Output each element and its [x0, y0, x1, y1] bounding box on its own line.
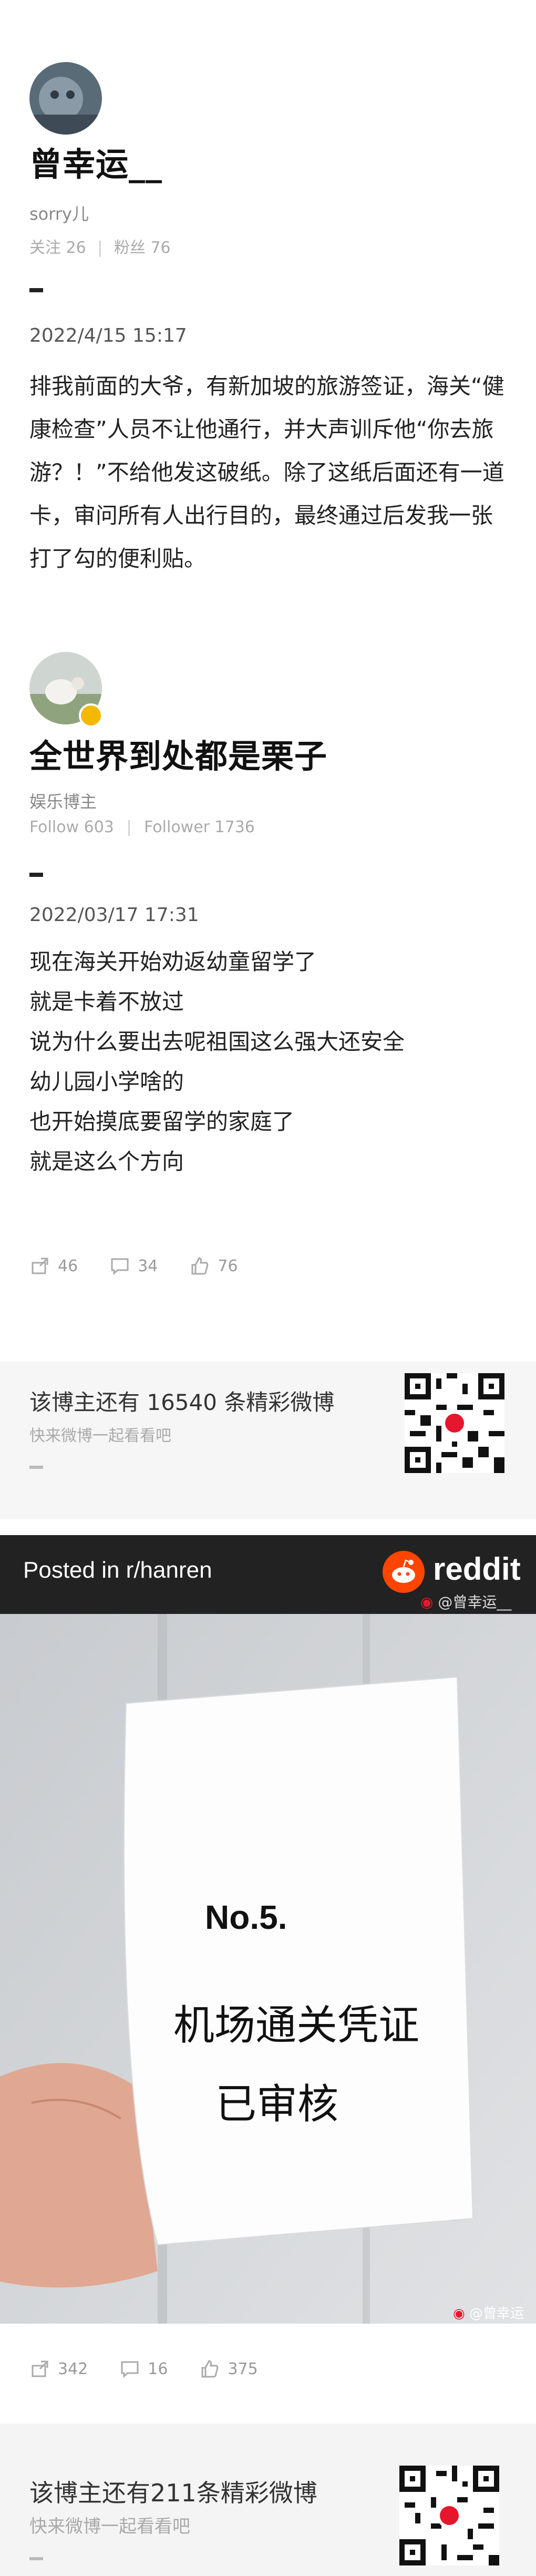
- reddit-screenshot: Posted in r/hanren reddit ◉ @曾幸运__ No.5.…: [0, 1535, 536, 2324]
- post-date: 2022/03/17 17:31: [29, 904, 199, 926]
- like-count: 76: [218, 1256, 238, 1275]
- section-divider: [29, 2557, 43, 2560]
- slip-number: No.5.: [205, 1898, 287, 1936]
- post-card-2: 全世界到处都是栗子 娱乐博主 Follow 603 | Follower 173…: [0, 610, 536, 1362]
- weibo-logo-icon: ◉: [420, 1593, 434, 1611]
- follow-stats: 关注 26 | 粉丝 76: [29, 234, 171, 258]
- follow-count[interactable]: 关注 26: [29, 239, 86, 257]
- username[interactable]: 全世界到处都是栗子: [29, 730, 327, 777]
- reddit-wordmark: reddit: [433, 1551, 521, 1587]
- repost-button[interactable]: 46: [29, 1255, 78, 1276]
- username[interactable]: 曾幸运__: [29, 138, 162, 185]
- section-divider: [29, 1466, 43, 1469]
- posted-in-label[interactable]: Posted in r/hanren: [23, 1557, 212, 1583]
- comment-button[interactable]: 16: [119, 2358, 168, 2379]
- qr-code-icon: [399, 2466, 499, 2565]
- divider: |: [126, 818, 132, 836]
- like-button[interactable]: 76: [189, 1255, 238, 1276]
- comment-count: 34: [138, 1256, 158, 1275]
- section-divider: [29, 873, 43, 877]
- reddit-logo-icon: [383, 1551, 425, 1593]
- slip-status: 已审核: [215, 2081, 339, 2128]
- post-photo[interactable]: No.5. 机场通关凭证 已审核 ◉ @曾幸运: [0, 1614, 536, 2324]
- weibo-logo-icon: ◉: [453, 2306, 465, 2322]
- repost-count: 46: [58, 1256, 78, 1275]
- post-stats: 46 34 76: [29, 1255, 238, 1276]
- fans-count[interactable]: 粉丝 76: [114, 239, 171, 257]
- repost-count: 342: [58, 2359, 88, 2378]
- post-line: 也开始摸底要留学的家庭了: [29, 1109, 295, 1134]
- weibo-handle: ◉ @曾幸运__: [420, 1593, 512, 1611]
- follower-count[interactable]: Follower 1736: [144, 818, 255, 836]
- user-bio: sorry儿: [29, 204, 89, 224]
- post-line: 说为什么要出去呢祖国这么强大还安全: [29, 1029, 405, 1055]
- user-bio: 娱乐博主: [29, 792, 97, 812]
- more-posts-title: 该博主还有211条精彩微博: [29, 2479, 317, 2507]
- more-posts-banner[interactable]: 该博主还有 16540 条精彩微博 快来微博一起看看吧: [0, 1362, 536, 1519]
- post-card-1: 曾幸运__ sorry儿 关注 26 | 粉丝 76 2022/4/15 15:…: [0, 0, 536, 573]
- like-icon: [191, 1257, 209, 1275]
- follow-count[interactable]: Follow 603: [29, 818, 114, 836]
- more-posts-subtitle: 快来微博一起看看吧: [29, 2516, 190, 2537]
- verified-badge-icon: [79, 703, 103, 728]
- repost-icon: [32, 1258, 48, 1274]
- post-stats: 342 16 375: [29, 2358, 258, 2379]
- comment-count: 16: [148, 2359, 168, 2378]
- post-line: 现在海关开始劝返幼童留学了: [29, 949, 317, 975]
- avatar[interactable]: [29, 62, 102, 135]
- repost-button[interactable]: 342: [29, 2358, 88, 2379]
- qr-code-icon: [405, 1373, 504, 1473]
- section-divider: [29, 288, 43, 292]
- repost-icon: [32, 2360, 48, 2377]
- comment-icon: [121, 2361, 139, 2378]
- post-date: 2022/4/15 15:17: [29, 325, 187, 346]
- post-text: 排我前面的大爷，有新加坡的旅游签证，海关“健康检查”人员不让他通行，并大声训斥他…: [29, 373, 504, 571]
- post-line: 就是这么个方向: [29, 1149, 184, 1174]
- more-posts-title: 该博主还有 16540 条精彩微博: [29, 1389, 335, 1415]
- comment-button[interactable]: 34: [109, 1255, 158, 1276]
- follow-stats: Follow 603 | Follower 1736: [29, 818, 255, 836]
- post-card-3-stats: 342 16 375: [0, 2324, 536, 2424]
- more-posts-banner[interactable]: 该博主还有211条精彩微博 快来微博一起看看吧: [0, 2424, 536, 2576]
- post-line: 幼儿园小学啥的: [29, 1069, 184, 1095]
- post-line: 就是卡着不放过: [29, 989, 184, 1015]
- like-icon: [201, 2360, 219, 2378]
- more-posts-subtitle: 快来微博一起看看吧: [29, 1427, 171, 1445]
- reddit-header: Posted in r/hanren reddit ◉ @曾幸运__: [0, 1535, 536, 1614]
- like-button[interactable]: 375: [199, 2358, 258, 2379]
- like-count: 375: [228, 2359, 258, 2378]
- slip-title: 机场通关凭证: [173, 2002, 420, 2049]
- divider: |: [97, 239, 103, 257]
- comment-icon: [111, 1258, 129, 1275]
- photo-watermark: ◉ @曾幸运: [453, 2306, 524, 2322]
